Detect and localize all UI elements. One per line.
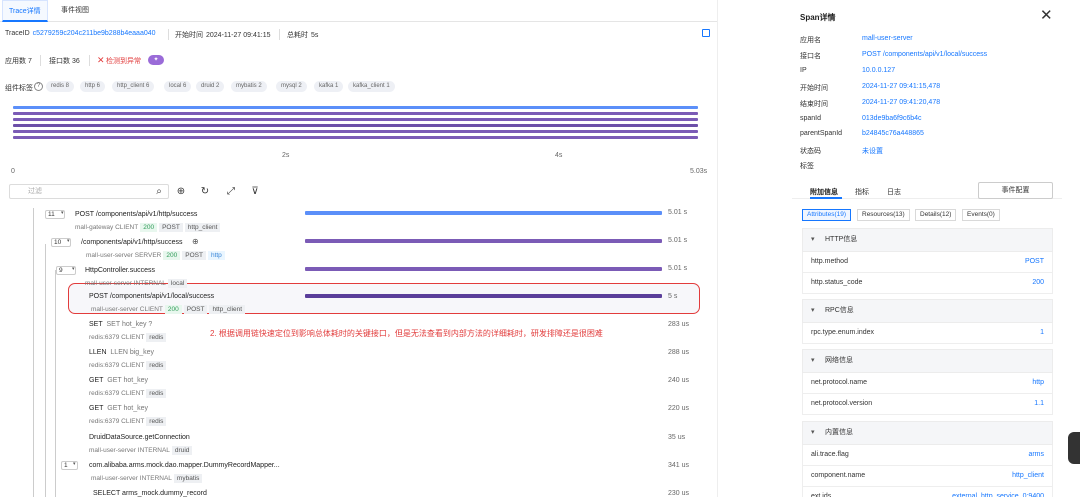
segment-events[interactable]: Events(0) xyxy=(962,209,1000,221)
annotation-text: 2. 根据调用链快速定位到影响总体耗时的关键接口，但是无法查看到内部方法的详细耗… xyxy=(210,329,603,338)
section-http[interactable]: ▾ HTTP信息 xyxy=(802,228,1053,252)
chevron-down-icon[interactable]: ▾ xyxy=(67,238,70,244)
tag-chip[interactable]: druid 2 xyxy=(196,81,225,92)
span-row[interactable]: 10 ▾ /components/api/v1/http/success ⊕ m… xyxy=(0,236,717,264)
app-count: 应用数 7 xyxy=(5,58,32,65)
axis-tick: 0 xyxy=(11,168,15,175)
span-row[interactable]: GET GET hot_key redis:6379 CLIENT redis 2… xyxy=(0,402,717,430)
chevron-down-icon[interactable]: ▾ xyxy=(72,266,75,272)
section-rpc[interactable]: ▾ RPC信息 xyxy=(802,299,1053,323)
tab-event-view[interactable]: 事件视图 xyxy=(55,0,99,22)
attr-row: ali.trace.flag arms xyxy=(802,445,1053,466)
tab-trace-detail[interactable]: Trace详情 xyxy=(2,0,48,22)
tag-chip[interactable]: mybatis 2 xyxy=(231,81,267,92)
close-icon: ✕ xyxy=(97,55,105,65)
locate-icon[interactable]: ⊕ xyxy=(175,186,187,198)
tab-extra-info[interactable]: 附加信息 xyxy=(810,187,838,197)
endpoint-count: 接口数 36 xyxy=(49,58,80,65)
filter-icon[interactable]: ⊽ xyxy=(249,186,261,198)
axis-tick: 4s xyxy=(555,152,563,159)
view-tabs: Trace详情 事件视图 xyxy=(0,0,717,22)
axis-tick: 2s xyxy=(282,152,290,159)
open-external-icon[interactable] xyxy=(702,29,710,37)
ai-badge-icon[interactable]: ✦ xyxy=(148,55,164,65)
tag-chip[interactable]: redis 8 xyxy=(46,81,75,92)
chevron-down-icon: ▾ xyxy=(811,357,815,364)
attr-row: component.name http_client xyxy=(802,466,1053,487)
zoom-icon[interactable]: ⊕ xyxy=(192,237,199,246)
help-icon[interactable]: ? xyxy=(34,82,43,91)
anomaly-check[interactable]: 检测到异常 xyxy=(106,56,141,66)
chevron-down-icon: ▾ xyxy=(811,307,815,314)
tag-chip[interactable]: http_client 6 xyxy=(112,81,155,92)
attr-row: ext.ids external_http_service_0:9400 xyxy=(802,487,1053,497)
section-builtin[interactable]: ▾ 内置信息 xyxy=(802,421,1053,445)
span-duration: 5.01 s xyxy=(668,265,688,272)
attr-row: http.method POST xyxy=(802,252,1053,273)
search-icon[interactable]: ⌕ xyxy=(153,186,165,198)
panel-title: Span详情 xyxy=(800,13,836,22)
tag-chip[interactable]: http 6 xyxy=(80,81,106,92)
axis-tick: 5.03s xyxy=(690,168,708,175)
expand-icon[interactable]: ⤢ xyxy=(225,186,237,198)
tags-label: 组件标签 xyxy=(5,85,33,92)
span-row[interactable]: 9 ▾ HttpController.success mall-user-ser… xyxy=(0,264,717,292)
segment-details[interactable]: Details(12) xyxy=(915,209,957,221)
span-bar xyxy=(305,239,662,243)
trace-id: TraceID c5279259c204c211be9b288b4eaaa040 xyxy=(5,30,156,37)
chevron-down-icon[interactable]: ▾ xyxy=(73,461,76,467)
segment-attributes[interactable]: Attributes(19) xyxy=(802,209,852,221)
span-row-selected[interactable]: POST /components/api/v1/local/success ma… xyxy=(0,290,717,318)
segment-resources[interactable]: Resources(13) xyxy=(857,209,910,221)
chevron-down-icon[interactable]: ▾ xyxy=(61,210,64,216)
tab-metrics[interactable]: 指标 xyxy=(855,187,869,197)
tag-chip[interactable]: local 6 xyxy=(164,81,192,92)
attr-row: net.protocol.name http xyxy=(802,373,1053,394)
attr-row: rpc.type.enum.index 1 xyxy=(802,323,1053,344)
chevron-down-icon: ▾ xyxy=(811,236,815,243)
section-network[interactable]: ▾ 网络信息 xyxy=(802,349,1053,373)
trace-start-time: 开始时间 2024-11-27 09:41:15 xyxy=(175,32,271,39)
tag-chip[interactable]: kafka 1 xyxy=(314,81,344,92)
refresh-icon[interactable]: ↻ xyxy=(199,186,211,198)
span-row[interactable]: GET GET hot_key redis:6379 CLIENT redis 2… xyxy=(0,374,717,402)
attr-row: http.status_code 200 xyxy=(802,273,1053,294)
chevron-down-icon: ▾ xyxy=(811,429,815,436)
trace-id-value[interactable]: c5279259c204c211be9b288b4eaaa040 xyxy=(33,30,156,37)
span-row[interactable]: 1 ▾ com.alibaba.arms.mock.dao.mapper.Dum… xyxy=(0,459,717,487)
span-duration: 5.01 s xyxy=(668,237,688,244)
span-row[interactable]: DruidDataSource.getConnection mall-user-… xyxy=(0,431,717,459)
filter-input[interactable]: 过滤 xyxy=(9,184,169,199)
span-detail-panel: Span详情 ✕ 应用名 mall-user-server 接口名 POST /… xyxy=(792,0,1080,497)
span-bar xyxy=(305,294,662,298)
event-config-button[interactable]: 事件配置 xyxy=(978,182,1053,199)
span-row[interactable]: SELECT arms_mock.dummy_record 230 us xyxy=(0,487,717,497)
tag-chip[interactable]: kafka_client 1 xyxy=(348,81,395,92)
side-handle[interactable] xyxy=(1068,432,1080,464)
trace-detail-pane: Trace详情 事件视图 TraceID c5279259c204c211be9b… xyxy=(0,0,718,497)
span-row[interactable]: 11 ▾ POST /components/api/v1/http/succes… xyxy=(0,208,717,236)
span-row[interactable]: LLEN LLEN big_key redis:6379 CLIENT redis… xyxy=(0,346,717,374)
tab-logs[interactable]: 日志 xyxy=(887,187,901,197)
attr-row: net.protocol.version 1.1 xyxy=(802,394,1053,415)
span-bar xyxy=(305,267,662,271)
close-icon[interactable]: ✕ xyxy=(1040,8,1053,23)
span-bar xyxy=(305,211,662,215)
span-duration: 5 s xyxy=(668,293,678,300)
trace-total-time: 总耗时 5s xyxy=(287,32,319,39)
span-duration: 5.01 s xyxy=(668,209,688,216)
tag-chip[interactable]: mysql 2 xyxy=(276,81,307,92)
